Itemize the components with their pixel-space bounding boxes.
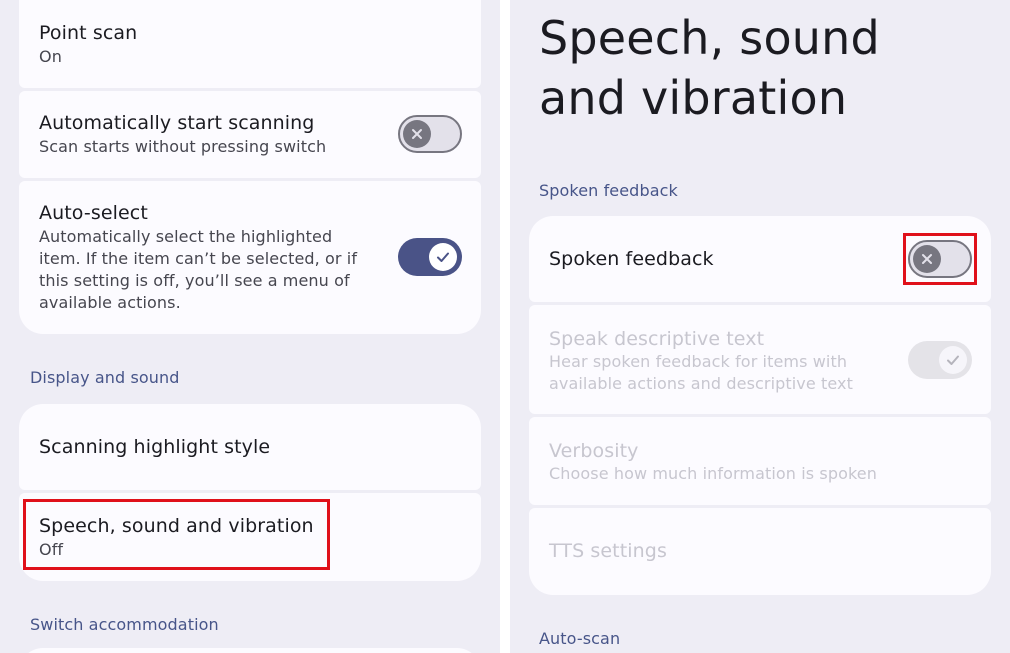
switch-access-settings-panel: Point scan On Automatically start scanni… bbox=[0, 0, 500, 653]
verbosity-item[interactable]: Verbosity Choose how much information is… bbox=[529, 417, 991, 505]
auto-select-switch[interactable] bbox=[398, 238, 462, 276]
auto-start-switch[interactable] bbox=[398, 115, 462, 153]
point-scan-value: On bbox=[39, 47, 62, 66]
speak-descriptive-switch[interactable] bbox=[908, 341, 972, 379]
spoken-feedback-item[interactable]: Spoken feedback bbox=[529, 216, 991, 302]
close-icon bbox=[403, 120, 431, 148]
speak-descriptive-text-item[interactable]: Speak descriptive text Hear spoken feedb… bbox=[529, 305, 991, 414]
highlight-style-title: Scanning highlight style bbox=[39, 436, 271, 458]
switch-accommodation-card-edge bbox=[19, 648, 481, 653]
point-scan-title: Point scan bbox=[39, 22, 138, 44]
check-icon bbox=[939, 346, 967, 374]
auto-select-item[interactable]: Auto-select Automatically select the hig… bbox=[19, 181, 481, 334]
speech-value: Off bbox=[39, 540, 64, 559]
section-display-and-sound: Display and sound bbox=[30, 368, 180, 387]
speech-sound-vibration-panel: Speech, sound and vibration Spoken feedb… bbox=[510, 0, 1010, 653]
speech-title: Speech, sound and vibration bbox=[39, 515, 314, 537]
speech-sound-vibration-item[interactable]: Speech, sound and vibration Off bbox=[19, 493, 481, 581]
verbosity-subtitle: Choose how much information is spoken bbox=[549, 464, 877, 483]
auto-start-subtitle: Scan starts without pressing switch bbox=[39, 137, 327, 156]
tts-settings-item[interactable]: TTS settings bbox=[529, 508, 991, 595]
speak-descriptive-subtitle: Hear spoken feedback for items with avai… bbox=[549, 352, 853, 393]
scanning-highlight-style-item[interactable]: Scanning highlight style bbox=[19, 404, 481, 490]
check-icon bbox=[429, 243, 457, 271]
speak-descriptive-title: Speak descriptive text bbox=[549, 328, 765, 350]
auto-start-title: Automatically start scanning bbox=[39, 112, 315, 134]
section-auto-scan: Auto-scan bbox=[539, 629, 621, 648]
close-icon bbox=[913, 245, 941, 273]
tts-settings-title: TTS settings bbox=[549, 540, 667, 562]
auto-select-title: Auto-select bbox=[39, 202, 148, 224]
auto-start-scanning-item[interactable]: Automatically start scanning Scan starts… bbox=[19, 91, 481, 178]
section-spoken-feedback: Spoken feedback bbox=[539, 181, 678, 200]
spoken-feedback-switch[interactable] bbox=[908, 240, 972, 278]
section-switch-accommodation: Switch accommodation bbox=[30, 615, 219, 634]
page-title: Speech, sound and vibration bbox=[539, 11, 880, 125]
point-scan-item[interactable]: Point scan On bbox=[19, 0, 481, 88]
spoken-feedback-title: Spoken feedback bbox=[549, 248, 714, 270]
verbosity-title: Verbosity bbox=[549, 440, 639, 462]
auto-select-subtitle: Automatically select the highlighted ite… bbox=[39, 227, 358, 312]
